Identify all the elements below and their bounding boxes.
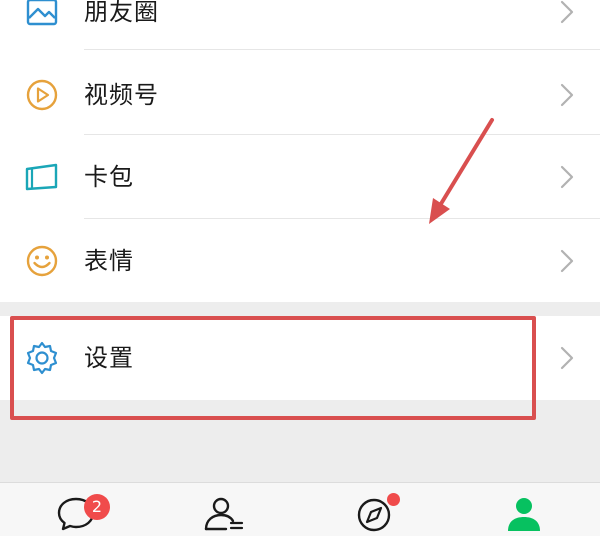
chevron-right-icon (558, 164, 576, 190)
divider (84, 49, 600, 50)
me-page: 朋友圈 视频号 卡包 表情 设置 2 (0, 0, 600, 536)
tab-contacts[interactable] (202, 493, 246, 536)
tab-me[interactable] (502, 493, 546, 536)
chevron-right-icon (558, 345, 576, 371)
menu-item-label: 卡包 (84, 163, 134, 191)
moments-icon (22, 0, 62, 32)
menu-item-stickers[interactable]: 表情 (0, 219, 600, 303)
unread-count-badge: 2 (84, 494, 110, 520)
chevron-right-icon (558, 82, 576, 108)
chevron-right-icon (558, 248, 576, 274)
profile-icon (502, 493, 546, 536)
menu-item-label: 朋友圈 (84, 0, 159, 26)
menu-item-label: 视频号 (84, 81, 159, 109)
sticker-icon (22, 241, 62, 281)
menu-item-moments[interactable]: 朋友圈 (0, 0, 600, 54)
channels-icon (22, 75, 62, 115)
menu-item-channels[interactable]: 视频号 (0, 53, 600, 137)
menu-group: 朋友圈 视频号 卡包 表情 (0, 0, 600, 302)
menu-item-label: 设置 (84, 344, 134, 372)
menu-item-label: 表情 (84, 247, 134, 275)
contacts-icon (202, 493, 246, 536)
menu-item-card-wallet[interactable]: 卡包 (0, 135, 600, 219)
discover-new-dot (387, 493, 400, 506)
settings-group: 设置 (0, 316, 600, 400)
card-wallet-icon (22, 157, 62, 197)
gear-icon (22, 338, 62, 378)
chevron-right-icon (558, 0, 576, 25)
menu-item-settings[interactable]: 设置 (0, 316, 600, 400)
